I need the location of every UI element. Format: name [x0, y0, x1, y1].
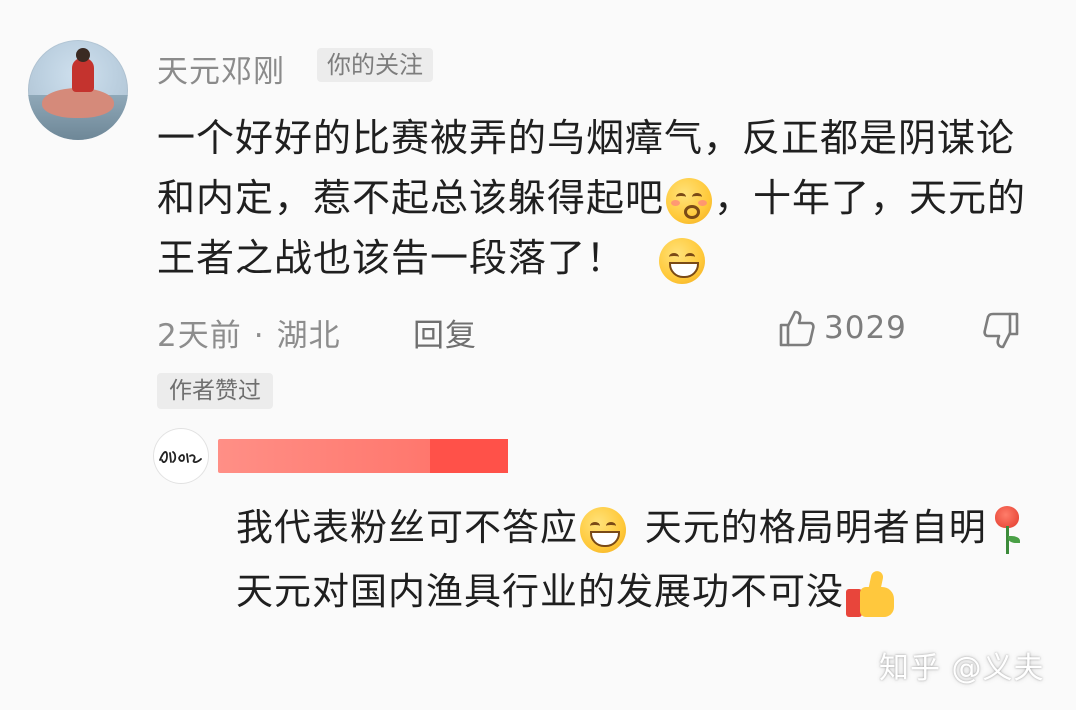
watermark: 知乎 @义夫 — [879, 651, 1045, 686]
like-count: 3029 — [824, 310, 907, 346]
comment-time: 2天前 — [157, 318, 242, 354]
rose-icon — [989, 504, 1025, 556]
signature-avatar-icon — [159, 451, 202, 464]
comment-location: 湖北 — [276, 318, 341, 354]
comment-meta: 2天前 · 湖北 — [157, 310, 341, 355]
thumbs-up-emoji-icon — [846, 569, 898, 619]
reply-text-part3: 天元对国内渔具行业的发展功不可没 — [236, 570, 844, 613]
comment-text: 一个好好的比赛被弄的乌烟瘴气，反正都是阴谋论和内定，惹不起总该躲得起吧 ，十年了，… — [157, 108, 1027, 288]
follow-badge: 你的关注 — [317, 48, 433, 82]
redacted-username — [218, 439, 508, 473]
avatar-person-head — [76, 48, 90, 62]
comment-username[interactable]: 天元邓刚 — [157, 46, 285, 91]
reply-avatar[interactable] — [153, 428, 209, 484]
grinning-emoji-icon — [659, 237, 706, 284]
meta-separator: · — [253, 318, 265, 354]
like-button[interactable]: 3029 — [778, 308, 907, 348]
thumbs-down-icon — [983, 312, 1019, 349]
blushing-kiss-emoji-icon — [666, 177, 713, 224]
dislike-button[interactable] — [982, 311, 1020, 355]
avatar-person — [72, 58, 94, 92]
reply-text-part1: 我代表粉丝可不答应 — [236, 506, 578, 549]
grinning-emoji-icon — [580, 506, 626, 553]
reply-text-part2: 天元的格局明者自明 — [632, 506, 987, 549]
reply-text: 我代表粉丝可不答应 天元的格局明者自明 天元对国内渔具行业的发展功不可没 — [236, 496, 1036, 624]
thumbs-up-icon — [779, 310, 815, 347]
user-avatar[interactable] — [28, 40, 128, 140]
author-liked-badge: 作者赞过 — [157, 373, 273, 409]
reply-button[interactable]: 回复 — [413, 310, 477, 355]
avatar-turtle — [42, 88, 114, 118]
